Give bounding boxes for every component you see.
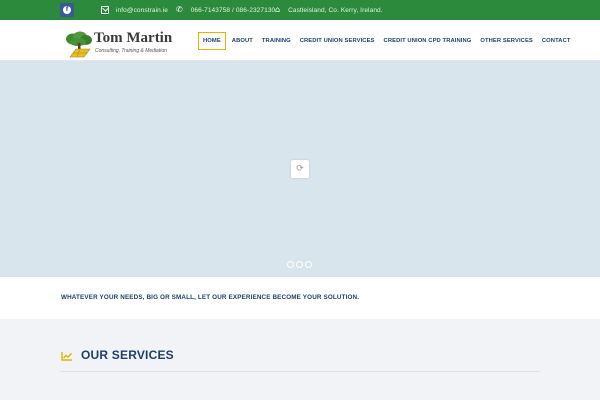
- tagline-text: WHATEVER YOUR NEEDS, BIG OR SMALL, LET O…: [61, 294, 360, 301]
- spinner-icon: ⟳: [296, 163, 304, 174]
- address-text: Castleisland, Co. Kerry, Ireland.: [288, 6, 383, 14]
- services-title: OUR SERVICES: [81, 348, 174, 362]
- logo-title: Tom Martin: [94, 30, 173, 46]
- line-chart-icon: [61, 352, 72, 361]
- slider-dot-3[interactable]: [305, 261, 312, 268]
- slider-pagination: [287, 261, 314, 268]
- contact-address: ⌂ Castleisland, Co. Kerry, Ireland.: [275, 0, 383, 20]
- slider-dot-1[interactable]: [287, 261, 294, 268]
- main-nav: HOME ABOUT TRAINING CREDIT UNION SERVICE…: [198, 32, 580, 50]
- tree-logo-icon: [66, 31, 92, 58]
- nav-item-training[interactable]: TRAINING: [262, 38, 291, 44]
- home-icon: ⌂: [275, 5, 281, 14]
- tagline-section: WHATEVER YOUR NEEDS, BIG OR SMALL, LET O…: [0, 277, 600, 319]
- nav-item-contact[interactable]: CONTACT: [542, 38, 571, 44]
- slider-dot-2[interactable]: [296, 261, 303, 268]
- phone-icon: ✆: [176, 5, 183, 14]
- nav-item-home[interactable]: HOME: [198, 32, 226, 50]
- services-divider: [60, 371, 540, 372]
- nav-item-other-services[interactable]: OTHER SERVICES: [480, 38, 533, 44]
- email-text: info@constrain.ie: [116, 6, 169, 14]
- nav-item-credit-union-cpd-training[interactable]: CREDIT UNION CPD TRAINING: [384, 38, 472, 44]
- facebook-link[interactable]: f: [60, 3, 74, 17]
- slider-loader: ⟳: [291, 160, 309, 178]
- logo[interactable]: Tom Martin Consulting, Training & Mediat…: [64, 30, 178, 59]
- facebook-icon: f: [63, 6, 71, 14]
- logo-subtitle: Consulting, Training & Mediation: [95, 48, 167, 54]
- nav-item-credit-union-services[interactable]: CREDIT UNION SERVICES: [300, 38, 375, 44]
- nav-item-about[interactable]: ABOUT: [232, 38, 253, 44]
- site-header: Tom Martin Consulting, Training & Mediat…: [0, 20, 600, 61]
- contact-phone[interactable]: ✆ 066-7143758 / 086-2327130: [176, 0, 275, 20]
- phone-text: 066-7143758 / 086-2327130: [190, 6, 276, 14]
- envelope-icon: [101, 6, 109, 14]
- top-bar: f info@constrain.ie ✆ 066-7143758 / 086-…: [0, 0, 600, 20]
- contact-email[interactable]: info@constrain.ie: [101, 0, 168, 20]
